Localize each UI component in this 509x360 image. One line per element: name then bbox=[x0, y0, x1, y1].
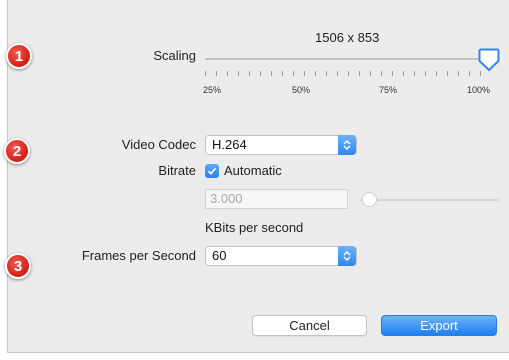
video-codec-stepper[interactable] bbox=[338, 135, 356, 155]
fps-stepper[interactable] bbox=[338, 246, 356, 266]
chevron-up-down-icon bbox=[343, 250, 351, 262]
scaling-tick bbox=[304, 71, 305, 76]
scaling-tick bbox=[359, 71, 360, 76]
scaling-tick bbox=[392, 71, 393, 76]
scaling-tick bbox=[370, 71, 371, 76]
scaling-tick bbox=[436, 71, 437, 76]
bitrate-slider-track[interactable] bbox=[360, 199, 499, 201]
scaling-tick bbox=[260, 71, 261, 76]
export-dialog: 1506 x 853 Scaling 25% 50% 75% 100% Vide… bbox=[7, 0, 509, 353]
scaling-tick bbox=[348, 71, 349, 76]
bitrate-label: Bitrate bbox=[158, 163, 196, 178]
annotation-marker-1: 1 bbox=[6, 43, 32, 69]
scaling-tick bbox=[414, 71, 415, 76]
scaling-tick bbox=[315, 71, 316, 76]
scaling-tick bbox=[238, 71, 239, 76]
fps-label: Frames per Second bbox=[81, 248, 196, 263]
bitrate-automatic-label[interactable]: Automatic bbox=[224, 163, 282, 178]
bitrate-slider-knob[interactable] bbox=[362, 192, 377, 207]
video-codec-label: Video Codec bbox=[121, 137, 196, 152]
scaling-tick bbox=[227, 71, 228, 76]
scaling-slider-thumb[interactable] bbox=[478, 48, 500, 72]
scaling-tick bbox=[458, 71, 459, 76]
scaling-tick bbox=[425, 71, 426, 76]
scaling-ticks bbox=[205, 71, 488, 76]
annotation-marker-2: 2 bbox=[4, 138, 30, 164]
scaling-tick bbox=[381, 71, 382, 76]
scaling-tick bbox=[469, 71, 470, 76]
fps-select[interactable]: 60 bbox=[205, 246, 357, 266]
scaling-tick bbox=[216, 71, 217, 76]
scaling-tick bbox=[205, 71, 206, 76]
export-button[interactable]: Export bbox=[381, 315, 497, 336]
video-codec-select[interactable]: H.264 bbox=[205, 135, 357, 155]
scaling-tick bbox=[293, 71, 294, 76]
fps-value: 60 bbox=[212, 248, 227, 263]
scaling-tick-label-50: 50% bbox=[292, 85, 311, 95]
bitrate-input[interactable]: 3.000 bbox=[205, 189, 348, 209]
scaling-tick bbox=[403, 71, 404, 76]
cancel-button[interactable]: Cancel bbox=[252, 315, 367, 336]
scaling-label: Scaling bbox=[153, 48, 196, 63]
chevron-up-down-icon bbox=[343, 139, 351, 151]
scaling-tick-label-100: 100% bbox=[467, 85, 491, 95]
scaling-tick bbox=[271, 71, 272, 76]
scaling-resolution: 1506 x 853 bbox=[315, 30, 380, 45]
scaling-tick bbox=[326, 71, 327, 76]
scaling-tick-label-25: 25% bbox=[203, 85, 222, 95]
scaling-tick bbox=[337, 71, 338, 76]
scaling-tick-label-75: 75% bbox=[379, 85, 398, 95]
bitrate-automatic-checkbox[interactable] bbox=[205, 164, 219, 178]
bitrate-unit: KBits per second bbox=[205, 220, 304, 235]
scaling-tick bbox=[282, 71, 283, 76]
checkmark-icon bbox=[207, 167, 217, 175]
scaling-tick bbox=[249, 71, 250, 76]
video-codec-value: H.264 bbox=[212, 137, 247, 152]
scaling-tick bbox=[447, 71, 448, 76]
annotation-marker-3: 3 bbox=[5, 253, 31, 279]
scaling-slider-track[interactable] bbox=[205, 58, 488, 60]
